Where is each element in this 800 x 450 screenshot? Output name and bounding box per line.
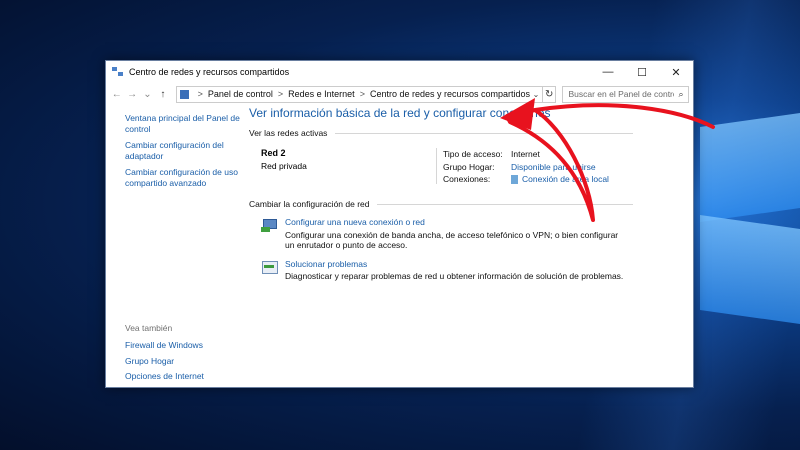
network-name: Red 2 bbox=[261, 148, 286, 158]
close-button[interactable]: ✕ bbox=[659, 61, 693, 83]
search-icon[interactable]: ⌕ bbox=[674, 89, 688, 100]
homegroup-label: Grupo Hogar: bbox=[443, 161, 495, 172]
content-area: Ventana principal del Panel de control C… bbox=[106, 105, 693, 387]
address-bar: ← → ⌄ ↑ > Panel de control > Redes e Int… bbox=[106, 83, 693, 105]
breadcrumb-separator[interactable]: > bbox=[278, 89, 283, 99]
breadcrumb-separator[interactable]: > bbox=[360, 89, 365, 99]
new-connection-description: Configurar una conexión de banda ancha, … bbox=[285, 229, 619, 251]
task-troubleshoot: Solucionar problemas Diagnosticar y repa… bbox=[249, 259, 693, 282]
change-settings-label: Cambiar la configuración de red bbox=[249, 199, 370, 209]
network-type: Red privada bbox=[261, 161, 307, 171]
task-new-connection: Configurar una nueva conexión o red Conf… bbox=[249, 217, 693, 251]
connections-label: Conexiones: bbox=[443, 174, 491, 185]
recent-dropdown-icon[interactable]: ⌄ bbox=[141, 89, 154, 100]
sidebar-item-control-panel-home[interactable]: Ventana principal del Panel de control bbox=[125, 113, 244, 134]
new-connection-link[interactable]: Configurar una nueva conexión o red bbox=[285, 217, 625, 228]
see-also-firewall[interactable]: Firewall de Windows bbox=[125, 340, 204, 351]
breadcrumb[interactable]: > Panel de control > Redes e Internet > … bbox=[175, 85, 544, 103]
title-bar[interactable]: Centro de redes y recursos compartidos —… bbox=[106, 61, 693, 83]
troubleshoot-link[interactable]: Solucionar problemas bbox=[285, 259, 625, 270]
search-input[interactable] bbox=[568, 89, 675, 99]
refresh-icon[interactable]: ↻ bbox=[543, 85, 557, 103]
see-also-heading: Vea también bbox=[125, 323, 173, 333]
troubleshoot-icon bbox=[261, 260, 278, 274]
minimize-button[interactable]: — bbox=[591, 61, 625, 83]
connection-link[interactable]: Conexión de área local bbox=[511, 174, 609, 185]
divider bbox=[377, 203, 633, 205]
forward-arrow-icon[interactable]: → bbox=[125, 89, 138, 100]
active-networks-section: Ver las redes activas bbox=[249, 128, 693, 138]
breadcrumb-redes-e-internet[interactable]: Redes e Internet bbox=[288, 89, 355, 99]
breadcrumb-separator[interactable]: > bbox=[198, 89, 203, 99]
see-also-section: Vea también Firewall de Windows Grupo Ho… bbox=[125, 323, 204, 387]
breadcrumb-panel-de-control[interactable]: Panel de control bbox=[208, 89, 273, 99]
sidebar-item-adapter-settings[interactable]: Cambiar configuración del adaptador bbox=[125, 140, 244, 161]
active-networks-label: Ver las redes activas bbox=[249, 128, 328, 138]
address-dropdown-icon[interactable]: ⌄ bbox=[530, 90, 542, 99]
access-type-label: Tipo de acceso: bbox=[443, 149, 503, 160]
sidebar: Ventana principal del Panel de control C… bbox=[106, 105, 244, 387]
network-setup-icon bbox=[261, 218, 277, 232]
up-arrow-icon[interactable]: ↑ bbox=[156, 89, 169, 100]
back-arrow-icon[interactable]: ← bbox=[110, 89, 123, 100]
control-panel-window: Centro de redes y recursos compartidos —… bbox=[105, 60, 694, 388]
connection-name[interactable]: Conexión de área local bbox=[522, 174, 609, 184]
ethernet-icon bbox=[511, 175, 518, 185]
window-title: Centro de redes y recursos compartidos bbox=[129, 67, 290, 77]
maximize-button[interactable]: ☐ bbox=[625, 61, 659, 83]
divider bbox=[335, 132, 633, 134]
sidebar-item-advanced-sharing[interactable]: Cambiar configuración de uso compartido … bbox=[125, 167, 244, 188]
main-panel: Ver información básica de la red y confi… bbox=[244, 105, 693, 387]
change-settings-section: Cambiar la configuración de red bbox=[249, 199, 693, 209]
active-network-card: Red 2 Red privada Tipo de acceso: Intern… bbox=[249, 148, 693, 185]
page-title: Ver información básica de la red y confi… bbox=[249, 106, 551, 120]
troubleshoot-description: Diagnosticar y reparar problemas de red … bbox=[285, 271, 624, 281]
homegroup-link[interactable]: Disponible para unirse bbox=[511, 162, 596, 172]
divider bbox=[436, 148, 437, 184]
see-also-internet-options[interactable]: Opciones de Internet bbox=[125, 371, 204, 382]
control-panel-icon bbox=[179, 89, 189, 99]
network-center-icon bbox=[112, 67, 124, 77]
breadcrumb-centro-de-redes[interactable]: Centro de redes y recursos compartidos bbox=[370, 89, 530, 99]
access-type-value: Internet bbox=[511, 149, 540, 160]
network-properties: Tipo de acceso: Internet Grupo Hogar: Di… bbox=[443, 148, 609, 185]
search-box[interactable]: ⌕ bbox=[562, 85, 690, 103]
see-also-homegroup[interactable]: Grupo Hogar bbox=[125, 356, 204, 367]
windows-logo-wallpaper bbox=[690, 110, 800, 330]
